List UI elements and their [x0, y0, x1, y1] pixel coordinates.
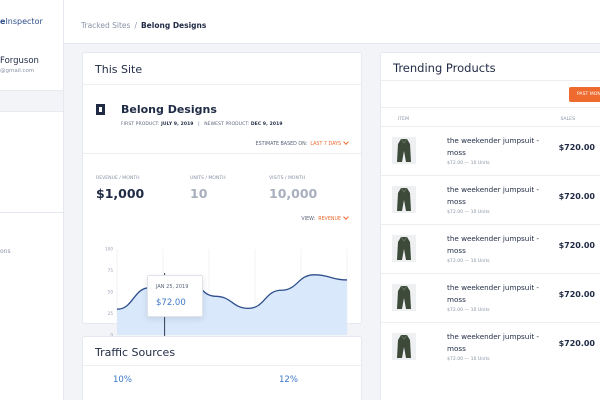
chart-tooltip: JAN 25, 2019 $72.00 [147, 275, 203, 317]
product-image [392, 284, 416, 311]
product-price: $720.00 [558, 241, 595, 250]
revenue-chart-svg: 1007550250 [105, 247, 348, 343]
product-name[interactable]: the weekender jumpsuit - moss [447, 135, 557, 159]
product-name[interactable]: the weekender jumpsuit - moss [447, 331, 557, 355]
this-site-card: This Site Belong Designs FIRST PRODUCT: … [82, 52, 362, 343]
view-selector[interactable]: VIEW: REVENUE [301, 214, 349, 222]
estimate-label: ESTIMATE BASED ON: [255, 142, 308, 147]
site-name: Belong Designs [121, 103, 217, 116]
divider [83, 365, 361, 366]
product-image [392, 333, 416, 360]
jumpsuit-icon [397, 187, 411, 211]
date-separator: | [198, 122, 200, 127]
sidebar-item-selected[interactable] [0, 90, 63, 112]
revenue-value: $1,000 [96, 186, 145, 201]
divider [381, 107, 600, 108]
product-name[interactable]: the weekender jumpsuit - moss [447, 184, 557, 208]
product-meta: $72.00 — 10 Units [447, 357, 490, 362]
divider [83, 153, 361, 154]
product-price: $720.00 [558, 143, 595, 152]
y-tick-label: 100 [105, 247, 113, 252]
visits-label: VISITS / MONTH [269, 176, 306, 181]
product-price: $720.00 [558, 339, 595, 348]
revenue-label: REVENUE / MONTH [96, 176, 140, 181]
product-row[interactable]: the weekender jumpsuit - moss $72.00 — 10… [381, 126, 600, 175]
brand-logo[interactable]: eInspector [0, 17, 43, 26]
traffic-sources-card: Traffic Sources 10% 12% [82, 336, 362, 400]
trending-products-card: Trending Products PAST MONTH ITEM SALES … [380, 52, 600, 400]
top-bar: Tracked Sites / Belong Designs [64, 0, 600, 44]
revenue-chart: 100 75 50 25 0 JAN 25, 2019 $72.00 [95, 229, 352, 343]
product-meta: $72.00 — 10 Units [447, 308, 490, 313]
newest-product-date: DEC 9, 2019 [250, 122, 283, 127]
product-image [392, 186, 416, 213]
this-site-title: This Site [95, 63, 143, 76]
units-label: UNITS / MONTH [190, 176, 226, 181]
breadcrumb-tracked-sites[interactable]: Tracked Sites [81, 21, 130, 30]
product-meta: $72.00 — 10 Units [447, 210, 490, 215]
site-logo-icon [96, 104, 105, 115]
this-site-header: This Site [83, 53, 361, 85]
view-label: VIEW: [301, 217, 316, 222]
product-price: $720.00 [558, 290, 595, 299]
column-header-item: ITEM [398, 117, 410, 122]
jumpsuit-icon [397, 334, 411, 358]
visits-value: 10,000 [269, 186, 318, 201]
product-name[interactable]: the weekender jumpsuit - moss [447, 282, 557, 306]
product-row[interactable]: the weekender jumpsuit - moss $72.00 — 10… [381, 273, 600, 322]
product-meta: $72.00 — 10 Units [447, 161, 490, 166]
product-price: $720.00 [558, 192, 595, 201]
product-meta: $72.00 — 10 Units [447, 259, 490, 264]
column-header-sales: SALES [560, 117, 575, 122]
jumpsuit-icon [397, 236, 411, 260]
breadcrumb-current: Belong Designs [140, 21, 207, 30]
product-row[interactable]: the weekender jumpsuit - moss $72.00 — 10… [381, 175, 600, 224]
breadcrumb: Tracked Sites / Belong Designs [81, 21, 206, 30]
estimate-value: LAST 7 DAYS [310, 142, 341, 147]
divider [381, 80, 600, 81]
view-value: REVENUE [318, 217, 341, 222]
traffic-source-value: 12% [279, 375, 298, 385]
traffic-sources-title: Traffic Sources [95, 346, 176, 359]
first-product-label: FIRST PRODUCT: [121, 122, 160, 127]
y-tick-label: 75 [108, 268, 114, 273]
user-name: Forguson [0, 56, 39, 66]
y-tick-label: 50 [108, 290, 114, 295]
y-tick-label: 25 [108, 311, 114, 316]
site-product-dates: FIRST PRODUCT: JULY 9, 2019 | NEWEST PRO… [121, 122, 283, 127]
newest-product-label: NEWEST PRODUCT: [204, 122, 250, 127]
sidebar: eInspector Forguson @gmail.com ons [0, 0, 64, 400]
sidebar-item-label[interactable]: ons [0, 248, 11, 255]
tooltip-value: $72.00 [156, 298, 186, 308]
product-image [392, 235, 416, 262]
tooltip-date: JAN 25, 2019 [156, 284, 189, 290]
estimate-selector[interactable]: ESTIMATE BASED ON: LAST 7 DAYS [255, 139, 349, 147]
past-month-button[interactable]: PAST MONTH [569, 87, 600, 102]
jumpsuit-icon [397, 285, 411, 309]
product-row[interactable]: the weekender jumpsuit - moss $72.00 — 10… [381, 224, 600, 273]
product-image [392, 137, 416, 164]
brand-name: Inspector [5, 17, 43, 26]
product-row[interactable]: the weekender jumpsuit - moss $72.00 — 10… [381, 322, 600, 371]
sidebar-divider [0, 212, 63, 213]
units-value: 10 [190, 186, 208, 201]
first-product-date: JULY 9, 2019 [161, 122, 194, 127]
chevron-down-icon [343, 214, 349, 220]
chevron-down-icon [343, 139, 349, 145]
user-email: @gmail.com [0, 68, 35, 74]
breadcrumb-separator: / [134, 21, 137, 30]
traffic-source-value: 10% [113, 375, 132, 385]
trending-products-title: Trending Products [393, 61, 496, 75]
product-name[interactable]: the weekender jumpsuit - moss [447, 233, 557, 257]
jumpsuit-icon [397, 138, 411, 162]
